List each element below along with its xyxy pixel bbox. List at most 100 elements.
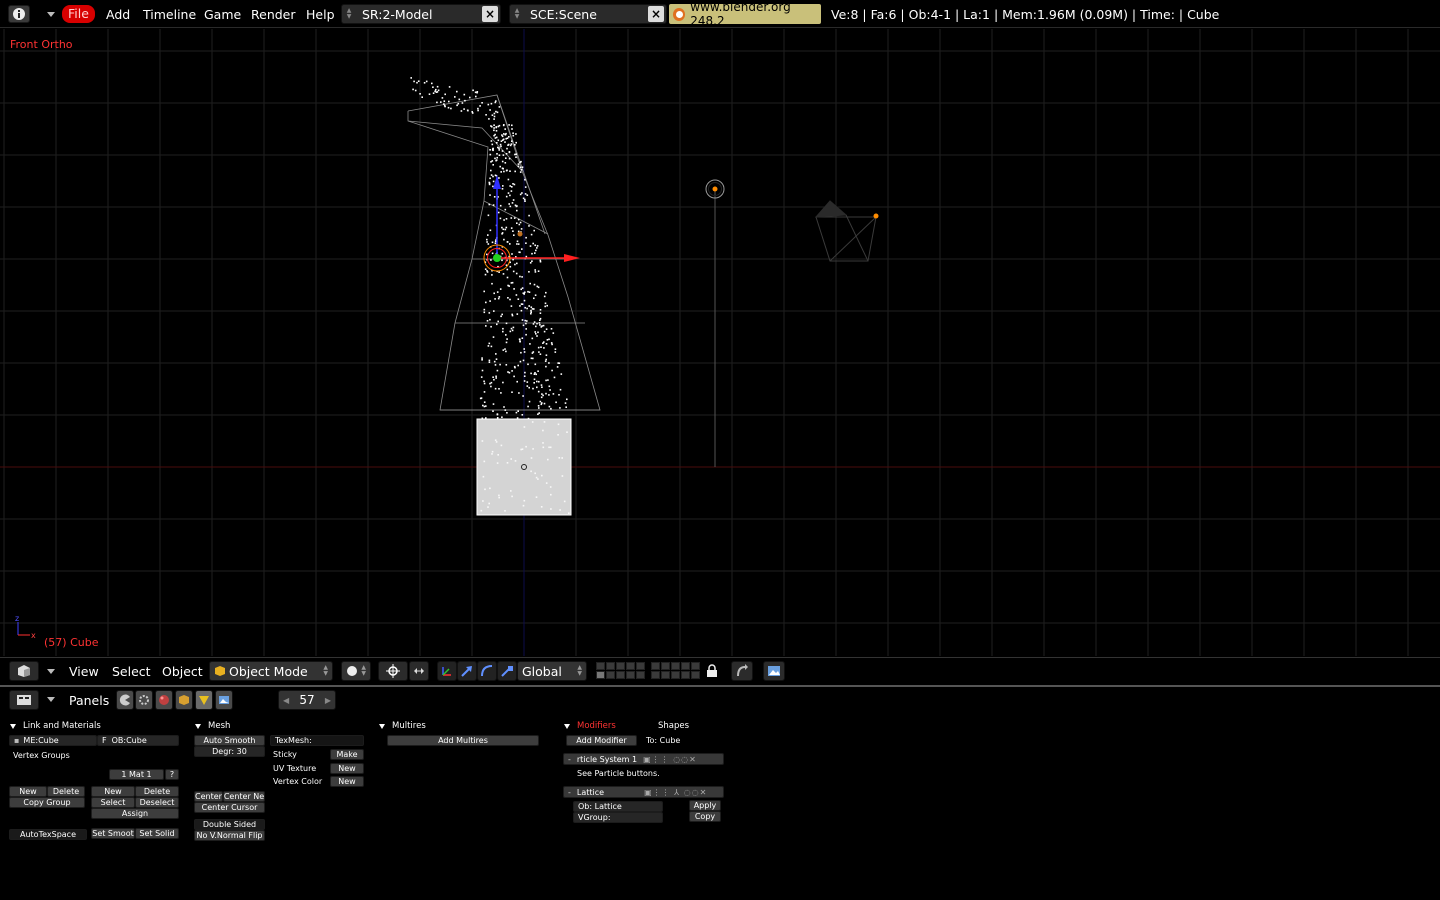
menu-help[interactable]: Help [306, 7, 335, 22]
menu-timeline[interactable]: Timeline [143, 7, 196, 22]
material-help-button[interactable]: ? [165, 769, 179, 780]
add-multires-button[interactable]: Add Multires [387, 735, 539, 746]
lock-layers-button[interactable] [704, 661, 720, 681]
material-deselect-button[interactable]: Deselect [135, 797, 179, 808]
blender-website-link[interactable]: www.blender.org 248.2 [669, 0, 821, 28]
mesh-datablock-field[interactable]: ▪ ME:Cube [9, 735, 97, 746]
draw-type-selector[interactable]: ▲ ▼ [341, 661, 371, 681]
object-context-button[interactable] [175, 690, 193, 710]
rotate-button[interactable] [477, 661, 497, 681]
scene-context-button[interactable] [215, 690, 233, 710]
material-new-button[interactable]: New [91, 786, 135, 797]
material-delete-button[interactable]: Delete [135, 786, 179, 797]
logic-context-button[interactable] [116, 690, 134, 710]
add-modifier-button[interactable]: Add Modifier [566, 735, 637, 746]
modifier-display-icons[interactable]: ▣⋮⋮ ⅄ ◌◌✕ [644, 788, 707, 797]
3d-viewport[interactable]: z x Front Ortho (57) Cube [0, 29, 1440, 656]
editor-type-button[interactable] [9, 661, 39, 681]
script-context-button[interactable] [135, 690, 153, 710]
screen-selector[interactable]: ▲ ▼ SR:2-Model × [341, 4, 501, 24]
scene-name-field[interactable]: SCE:Scene [524, 7, 648, 22]
frame-increment-icon[interactable]: ▶ [325, 696, 331, 705]
set-solid-button[interactable]: Set Solid [135, 828, 179, 839]
material-assign-button[interactable]: Assign [91, 808, 179, 819]
manipulator-toggle[interactable] [409, 661, 429, 681]
vgroup-copy-button[interactable]: Copy Group [9, 797, 85, 808]
menu-object[interactable]: Object [162, 664, 203, 679]
menu-render[interactable]: Render [251, 7, 296, 22]
vgroup-new-button[interactable]: New [9, 786, 47, 797]
panel-collapse-icon[interactable] [10, 723, 16, 729]
vgroup-field[interactable]: VGroup: [573, 812, 663, 823]
translate-manipulator-button[interactable] [437, 661, 457, 681]
collapse-view-menu-icon[interactable] [47, 669, 55, 674]
close-scene-icon[interactable]: × [648, 6, 664, 22]
modifier-apply-button[interactable]: Apply [689, 800, 721, 811]
uv-texture-new-button[interactable]: New [330, 763, 364, 774]
panel-collapse-icon[interactable] [195, 723, 201, 729]
viewport-canvas[interactable]: z x [0, 29, 1440, 656]
center-new-button[interactable]: Center Ne [223, 791, 265, 802]
frame-number-field[interactable]: ◀ 57 ▶ [278, 690, 336, 710]
texmesh-field[interactable]: TexMesh: [270, 735, 364, 746]
auto-smooth-toggle[interactable]: Auto Smooth [194, 735, 265, 746]
center-button[interactable]: Center [194, 791, 223, 802]
lattice-object-field[interactable]: Ob: Lattice [573, 801, 663, 812]
render-preview-button[interactable] [763, 661, 785, 681]
panel-mesh-header[interactable]: Mesh [195, 721, 230, 731]
close-screen-icon[interactable]: × [482, 6, 498, 22]
modifier-collapse-icon[interactable]: - [568, 788, 571, 797]
modifier-copy-button[interactable]: Copy [689, 811, 721, 822]
menu-add[interactable]: Add [106, 7, 130, 22]
collapse-menu-icon[interactable] [47, 12, 55, 17]
move-button[interactable] [457, 661, 477, 681]
buttons-editor-type-button[interactable] [9, 690, 39, 710]
menu-panels[interactable]: Panels [69, 693, 109, 708]
orientation-selector[interactable]: Global ▲ ▼ [517, 661, 587, 681]
collapse-buttons-menu-icon[interactable] [47, 697, 55, 702]
layer-buttons-group-2[interactable] [651, 662, 700, 680]
layer-buttons-group-1[interactable] [596, 662, 645, 680]
pivot-selector[interactable] [378, 661, 408, 681]
screen-name-field[interactable]: SR:2-Model [356, 7, 482, 22]
center-cursor-button[interactable]: Center Cursor [194, 802, 265, 813]
material-index-field[interactable]: 1 Mat 1 [109, 769, 164, 780]
scene-selector[interactable]: ▲ ▼ SCE:Scene × [509, 4, 667, 24]
modifiers-tab[interactable]: Modifiers [577, 721, 616, 731]
object-fake-user-flag[interactable]: F [102, 736, 107, 745]
no-vnormal-flip-toggle[interactable]: No V.Normal Flip [194, 830, 265, 841]
mesh-browse-icon[interactable]: ▪ [14, 736, 19, 745]
autotexspace-toggle[interactable]: AutoTexSpace [9, 829, 87, 840]
menu-view[interactable]: View [69, 664, 99, 679]
panel-multires-header[interactable]: Multires [379, 721, 426, 731]
shading-context-button[interactable] [155, 690, 173, 710]
shapes-tab[interactable]: Shapes [658, 721, 689, 731]
set-smooth-button[interactable]: Set Smoot [91, 828, 135, 839]
modifier-display-icons[interactable]: ▣⋮⋮ ◌◌✕ [643, 755, 697, 764]
panel-collapse-icon[interactable] [379, 723, 385, 729]
occlusion-button[interactable] [731, 661, 753, 681]
panel-link-materials-header[interactable]: Link and Materials [10, 721, 101, 731]
modifier-particle-system-header[interactable]: - rticle System 1 ▣⋮⋮ ◌◌✕ [563, 753, 724, 765]
vertex-color-new-button[interactable]: New [330, 776, 364, 787]
object-datablock-field[interactable]: F OB:Cube [97, 735, 179, 746]
panel-modifiers-header[interactable]: Modifiers [564, 721, 616, 731]
double-sided-toggle[interactable]: Double Sided [194, 819, 265, 830]
info-editor-type-button[interactable] [8, 5, 30, 23]
scale-button[interactable] [497, 661, 517, 681]
mode-selector[interactable]: Object Mode ▲ ▼ [209, 661, 333, 681]
menu-game[interactable]: Game [204, 7, 241, 22]
scene-browse-icon[interactable]: ▲ ▼ [510, 5, 524, 23]
menu-select[interactable]: Select [112, 664, 151, 679]
modifier-lattice-header[interactable]: - Lattice ▣⋮⋮ ⅄ ◌◌✕ [563, 786, 724, 798]
editing-context-button[interactable] [195, 690, 213, 710]
screen-browse-icon[interactable]: ▲ ▼ [342, 5, 356, 23]
manipulator-x-arrow-icon[interactable] [564, 254, 580, 262]
menu-file[interactable]: File [62, 5, 95, 23]
frame-decrement-icon[interactable]: ◀ [283, 696, 289, 705]
sticky-make-button[interactable]: Make [330, 749, 364, 760]
camera-frame[interactable] [815, 216, 877, 262]
panel-collapse-icon[interactable] [564, 723, 570, 729]
vgroup-delete-button[interactable]: Delete [47, 786, 85, 797]
material-select-button[interactable]: Select [91, 797, 135, 808]
